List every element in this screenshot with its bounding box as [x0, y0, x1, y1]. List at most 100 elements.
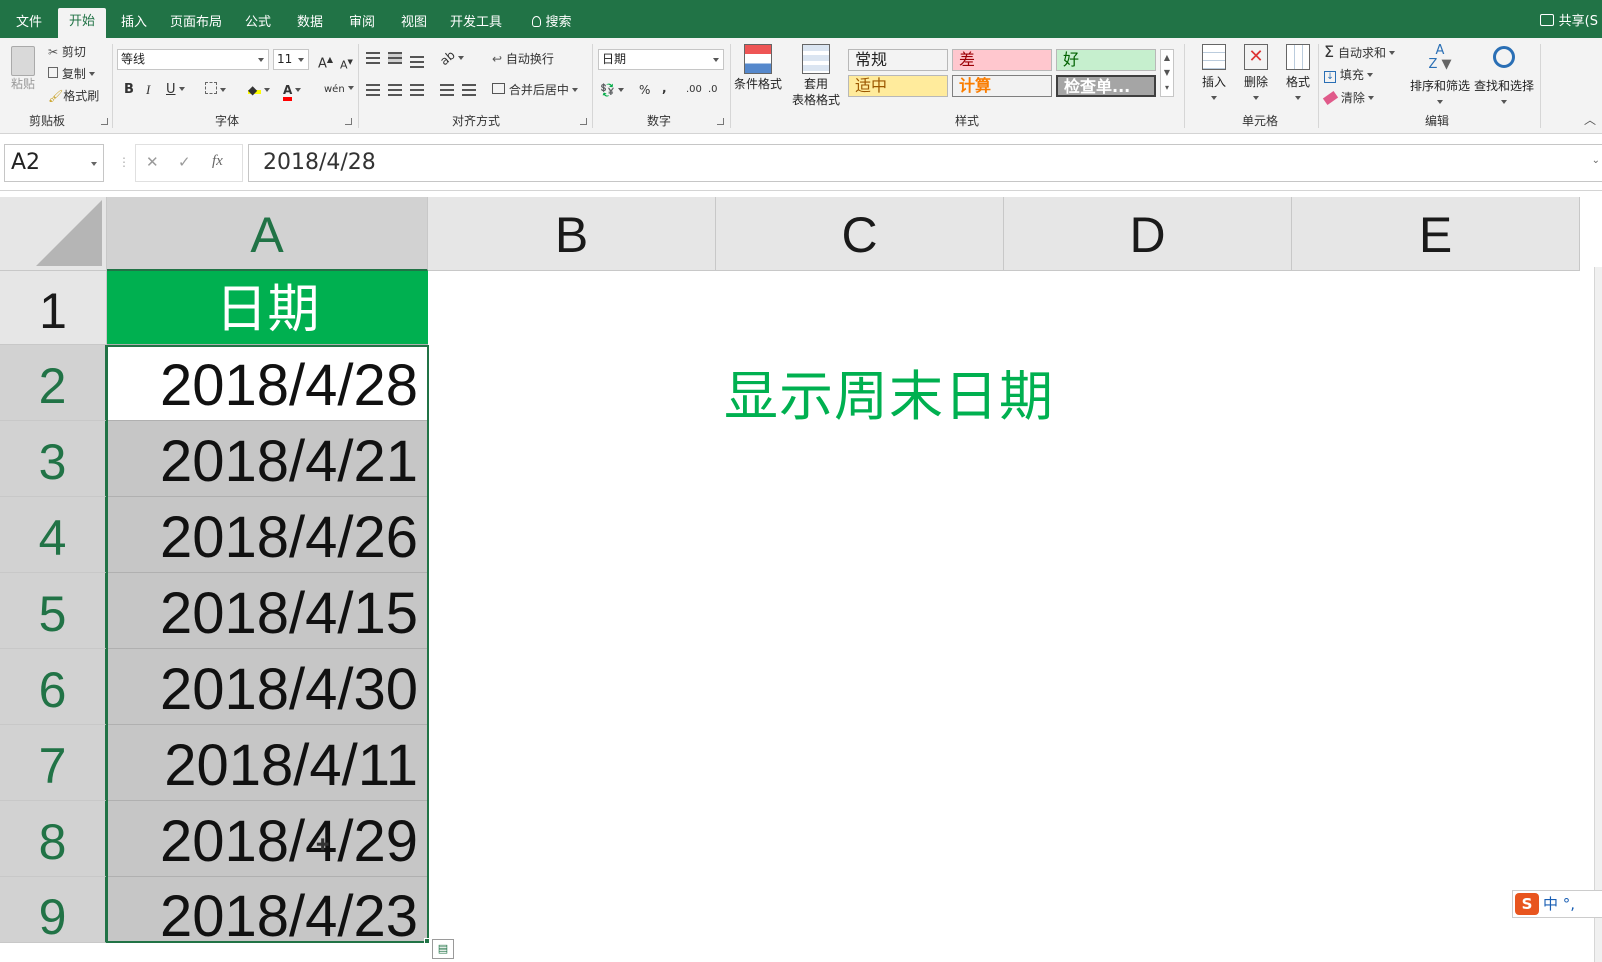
tell-me-search[interactable]: 搜索 — [520, 9, 584, 38]
tab-data[interactable]: 数据 — [286, 9, 334, 38]
vertical-scrollbar[interactable] — [1594, 267, 1602, 962]
wrap-text-button[interactable]: ↩ 自动换行 — [492, 51, 554, 67]
sort-filter-button[interactable]: AZ ▼ 排序和筛选 — [1410, 44, 1470, 108]
name-box[interactable]: A2 — [4, 144, 104, 182]
copy-button[interactable]: 复制 — [48, 66, 95, 82]
row-header-1[interactable]: 1 — [0, 271, 107, 345]
cell-a9[interactable]: 2018/4/23 — [107, 877, 428, 949]
expand-formula-bar-icon[interactable]: ⌄ — [1592, 155, 1600, 166]
format-as-table-button[interactable]: 套用 表格格式 — [786, 44, 846, 108]
fill-button[interactable]: ↓ 填充 — [1324, 67, 1373, 83]
cell-style-neutral[interactable]: 适中 — [848, 75, 948, 97]
cell-a5[interactable]: 2018/4/15 — [107, 573, 428, 649]
divider — [592, 44, 593, 128]
percent-style-icon[interactable]: % — [639, 82, 650, 98]
cell-a8[interactable]: 2018/4/29 — [107, 801, 428, 877]
row-header-7[interactable]: 7 — [0, 725, 107, 801]
tab-insert[interactable]: 插入 — [110, 9, 158, 38]
clipboard-launcher-icon[interactable] — [101, 118, 108, 125]
column-header-c[interactable]: C — [716, 197, 1004, 271]
row-header-5[interactable]: 5 — [0, 573, 107, 649]
cell-a7[interactable]: 2018/4/11 — [107, 725, 428, 801]
cell-style-bad[interactable]: 差 — [952, 49, 1052, 71]
cell-style-check[interactable]: 检查单... — [1056, 75, 1156, 97]
font-color-icon[interactable]: A — [283, 82, 302, 101]
align-left-icon[interactable] — [366, 84, 380, 96]
formula-input[interactable]: 2018/4/28 — [248, 144, 1602, 182]
italic-icon[interactable]: I — [146, 82, 150, 98]
delete-cells-button[interactable]: ✕ 删除 — [1236, 44, 1276, 108]
cell-a6[interactable]: 2018/4/30 — [107, 649, 428, 725]
borders-icon[interactable] — [205, 82, 226, 98]
ime-toolbar[interactable]: S中 °, — [1512, 890, 1602, 918]
underline-icon[interactable]: U — [166, 82, 185, 98]
column-header-b[interactable]: B — [428, 197, 716, 271]
row-header-2[interactable]: 2 — [0, 345, 107, 421]
tab-formulas[interactable]: 公式 — [234, 9, 282, 38]
column-header-e[interactable]: E — [1292, 197, 1580, 271]
cancel-icon[interactable]: ✕ — [146, 153, 159, 171]
clear-button[interactable]: 清除 — [1322, 90, 1374, 106]
cell-style-good[interactable]: 好 — [1056, 49, 1156, 71]
format-cells-button[interactable]: 格式 — [1278, 44, 1318, 108]
align-top-icon[interactable] — [366, 52, 380, 64]
row-header-9[interactable]: 9 — [0, 877, 107, 945]
share-button[interactable]: 共享(S — [1539, 9, 1602, 35]
align-middle-icon[interactable] — [388, 52, 402, 64]
insert-function-icon[interactable]: fx — [212, 153, 223, 170]
cell-a1[interactable]: 日期 — [107, 271, 428, 345]
comma-style-icon[interactable]: , — [662, 80, 667, 96]
collapse-ribbon-icon[interactable]: ︿ — [1584, 112, 1596, 128]
quick-analysis-icon[interactable]: ▤ — [432, 939, 454, 959]
paste-button[interactable]: 粘贴 — [6, 44, 40, 106]
format-painter-button[interactable]: 🖌格式刷 — [48, 88, 99, 104]
enter-icon[interactable]: ✓ — [178, 153, 191, 171]
shrink-font-icon[interactable]: A▼ — [340, 54, 353, 74]
row-header-3[interactable]: 3 — [0, 421, 107, 497]
conditional-formatting-button[interactable]: 条件格式 — [734, 44, 782, 108]
increase-decimal-icon[interactable]: .00 — [686, 82, 702, 98]
bold-icon[interactable]: B — [124, 82, 134, 98]
cell-style-calculation[interactable]: 计算 — [952, 75, 1052, 97]
cell-a2[interactable]: 2018/4/28 — [107, 345, 428, 421]
font-name-select[interactable]: 等线 — [117, 49, 269, 70]
tab-view[interactable]: 视图 — [390, 9, 438, 38]
select-all-corner[interactable] — [0, 197, 107, 271]
tab-developer[interactable]: 开发工具 — [442, 9, 510, 38]
align-center-icon[interactable] — [388, 84, 402, 96]
decrease-decimal-icon[interactable]: .0 — [708, 82, 718, 98]
tab-page-layout[interactable]: 页面布局 — [162, 9, 230, 38]
merge-center-button[interactable]: 合并后居中 — [492, 82, 578, 98]
number-format-select[interactable]: 日期 — [598, 49, 724, 70]
align-right-icon[interactable] — [410, 84, 424, 96]
tab-home[interactable]: 开始 — [58, 8, 106, 38]
row-header-6[interactable]: 6 — [0, 649, 107, 725]
autosum-button[interactable]: Σ 自动求和 — [1324, 44, 1395, 61]
font-size-select[interactable]: 11 — [273, 49, 309, 70]
fill-color-icon[interactable]: ◆ — [248, 82, 270, 98]
alignment-launcher-icon[interactable] — [580, 118, 587, 125]
accounting-format-icon[interactable]: 💱 — [600, 82, 624, 98]
tab-review[interactable]: 审阅 — [338, 9, 386, 38]
cut-button[interactable]: ✂ 剪切 — [48, 44, 86, 60]
gallery-scroll[interactable]: ▲ ▼ ▾ — [1160, 49, 1174, 97]
phonetic-guide-icon[interactable]: wén — [324, 82, 354, 98]
find-select-button[interactable]: 查找和选择 — [1472, 44, 1536, 108]
fill-handle[interactable] — [424, 938, 430, 944]
font-launcher-icon[interactable] — [345, 118, 352, 125]
insert-cells-button[interactable]: 插入 — [1194, 44, 1234, 108]
align-bottom-icon[interactable] — [410, 56, 424, 68]
tab-file[interactable]: 文件 — [4, 9, 54, 38]
cell-style-normal[interactable]: 常规 — [848, 49, 948, 71]
row-header-8[interactable]: 8 — [0, 801, 107, 877]
column-header-d[interactable]: D — [1004, 197, 1292, 271]
cell-a3[interactable]: 2018/4/21 — [107, 421, 428, 497]
row-header-4[interactable]: 4 — [0, 497, 107, 573]
grow-font-icon[interactable]: A▲ — [318, 52, 333, 72]
orientation-icon[interactable]: ab — [437, 48, 464, 68]
decrease-indent-icon[interactable] — [440, 84, 454, 96]
column-header-a[interactable]: A — [107, 197, 428, 271]
number-launcher-icon[interactable] — [717, 118, 724, 125]
increase-indent-icon[interactable] — [462, 84, 476, 96]
cell-a4[interactable]: 2018/4/26 — [107, 497, 428, 573]
